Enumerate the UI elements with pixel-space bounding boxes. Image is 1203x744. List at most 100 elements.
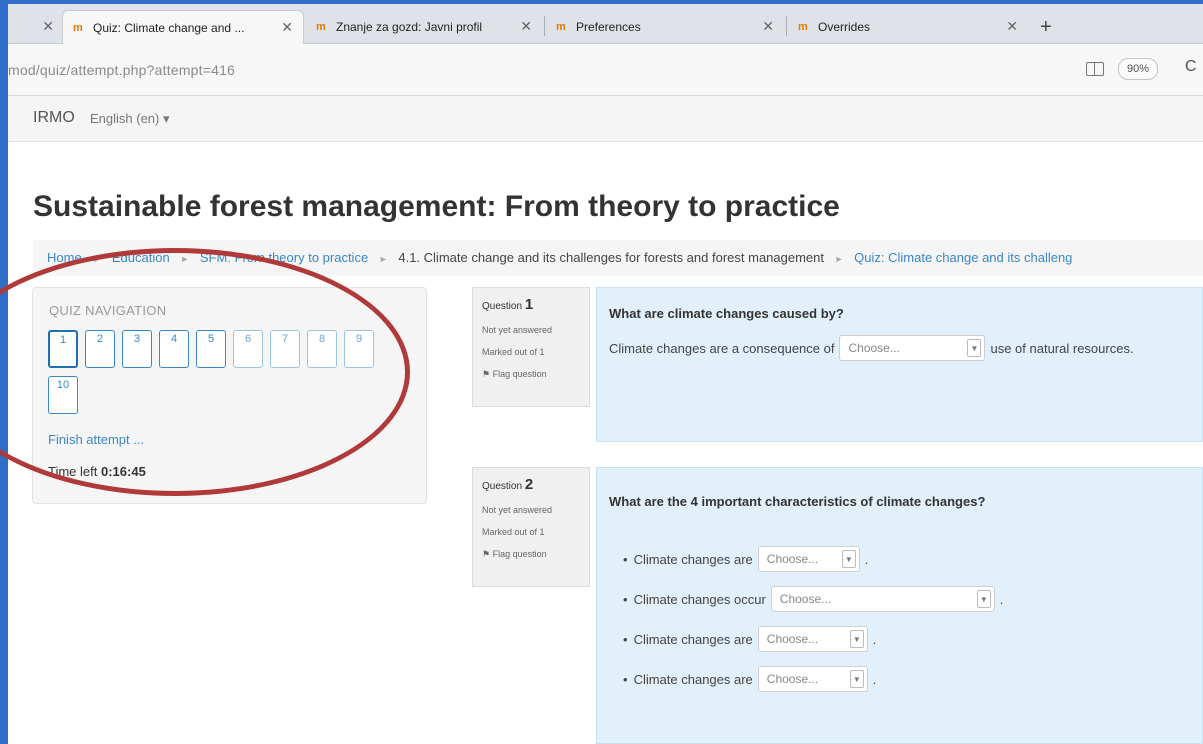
tab-separator [544,16,545,36]
close-icon[interactable]: ✕ [520,18,532,35]
answer-select[interactable]: Choose... ▼ [757,666,868,692]
site-brand[interactable]: IRMO [33,109,75,127]
chevron-down-icon: ▼ [841,550,856,568]
question-2-content: What are the 4 important characteristics… [596,467,1203,744]
question-state: Not yet answered [482,325,553,335]
moodle-favicon-icon: m [316,21,326,33]
address-bar: mod/quiz/attempt.php?attempt=416 90% C [8,44,1203,96]
browser-tab-profile[interactable]: m Znanje za gozd: Javni profil ✕ [306,10,542,44]
close-icon[interactable]: ✕ [1006,18,1018,35]
answer-suffix: use of natural resources. [990,340,1134,356]
quiz-nav-button-5[interactable]: 5 [196,330,226,368]
question-number: Question 2 [482,476,589,493]
window-frame-left [0,0,8,744]
language-menu[interactable]: English (en) ▾ [90,111,170,127]
tab-separator [786,16,787,36]
quiz-nav-button-2[interactable]: 2 [85,330,115,368]
zoom-level-badge[interactable]: 90% [1118,58,1159,80]
answer-prefix: Climate changes occur [633,591,766,607]
quiz-nav-button-8[interactable]: 8 [307,330,337,368]
flag-icon: ⚑ [482,549,491,559]
quiz-navigation-title: QUIZ NAVIGATION [49,303,167,318]
answer-line: • Climate changes are Choose... ▼ . [623,666,876,692]
select-value: Choose... [848,341,900,355]
question-marks: Marked out of 1 [482,347,545,357]
chevron-down-icon: ▼ [967,339,982,357]
breadcrumb-quiz[interactable]: Quiz: Climate change and its challeng [854,250,1072,265]
browser-tab-strip: ✕ m Quiz: Climate change and ... ✕ m Zna… [8,4,1203,44]
moodle-favicon-icon: m [73,21,83,34]
quiz-nav-button-4[interactable]: 4 [159,330,189,368]
breadcrumb-separator-icon: ► [92,254,102,264]
reader-view-icon[interactable] [1086,62,1104,76]
flag-question-label: Flag question [492,549,547,559]
quiz-nav-button-6[interactable]: 6 [233,330,263,368]
flag-icon: ⚑ [482,369,491,379]
chevron-down-icon: ▼ [849,670,864,688]
breadcrumb-home[interactable]: Home [47,250,82,265]
url-field[interactable]: mod/quiz/attempt.php?attempt=416 [8,62,235,78]
answer-select[interactable]: Choose... ▼ [770,586,995,612]
question-text: What are the 4 important characteristics… [609,494,986,509]
finish-attempt-link[interactable]: Finish attempt ... [48,432,144,447]
time-left-label: Time left [48,464,98,479]
quiz-nav-button-3[interactable]: 3 [122,330,152,368]
bullet: • [623,631,628,647]
breadcrumb-education[interactable]: Education [112,250,170,265]
quiz-nav-button-1[interactable]: 1 [48,330,78,368]
select-value: Choose... [779,592,832,606]
browser-tab-preferences[interactable]: m Preferences ✕ [546,10,784,44]
question-1-content: What are climate changes caused by? Clim… [596,287,1203,442]
question-2-info: Question 2 Not yet answered Marked out o… [472,467,590,587]
quiz-nav-button-10[interactable]: 10 [48,376,78,414]
quiz-nav-button-9[interactable]: 9 [344,330,374,368]
answer-select[interactable]: Choose... ▼ [757,546,860,572]
flag-question-link[interactable]: ⚑ Flag question [482,369,589,380]
breadcrumb-course[interactable]: SFM: From theory to practice [200,250,368,265]
time-left-value: 0:16:45 [100,464,146,479]
breadcrumb-section: 4.1. Climate change and its challenges f… [398,250,824,265]
close-icon[interactable]: ✕ [762,18,774,35]
flag-question-link[interactable]: ⚑ Flag question [482,549,589,560]
close-icon[interactable]: ✕ [281,19,293,36]
moodle-favicon-icon: m [556,21,566,33]
browser-tab-overrides[interactable]: m Overrides ✕ [788,10,1028,44]
chevron-down-icon: ▼ [849,630,864,648]
page-title: Sustainable forest management: From theo… [33,190,840,223]
new-tab-button[interactable]: + [1040,16,1052,39]
tab-label: Overrides [818,20,871,34]
flag-question-label: Flag question [492,369,547,379]
answer-line: • Climate changes occur Choose... ▼ . [623,586,1003,612]
answer-line: • Climate changes are Choose... ▼ . [623,546,868,572]
chevron-down-icon: ▼ [976,590,991,608]
question-state: Not yet answered [482,505,553,515]
quiz-nav-button-7[interactable]: 7 [270,330,300,368]
moodle-favicon-icon: m [798,21,808,33]
question-number-value: 2 [524,476,534,493]
question-text: What are climate changes caused by? [609,306,844,321]
browser-tab-previous[interactable]: ✕ [4,10,60,44]
browser-tab-quiz[interactable]: m Quiz: Climate change and ... ✕ [62,10,304,44]
time-left: Time left 0:16:45 [48,464,146,479]
question-number: Question 1 [482,296,589,313]
site-navbar: IRMO English (en) ▾ [8,96,1203,142]
tab-label: Quiz: Climate change and ... [93,20,245,35]
answer-prefix: Climate changes are [633,551,753,567]
select-value: Choose... [766,632,819,646]
close-icon[interactable]: ✕ [42,18,54,35]
answer-suffix: . [999,591,1004,607]
answer-suffix: . [872,631,877,647]
question-label: Question [482,481,523,492]
bullet: • [623,591,628,607]
answer-select[interactable]: Choose... ▼ [757,626,868,652]
breadcrumb-separator-icon: ► [834,254,844,264]
answer-select[interactable]: Choose... ▼ [839,335,986,361]
tab-label: Znanje za gozd: Javni profil [336,20,483,34]
question-number-value: 1 [524,296,534,313]
bullet: • [623,551,628,567]
breadcrumb-separator-icon: ► [180,254,190,264]
answer-line: • Climate changes are Choose... ▼ . [623,626,876,652]
reload-icon[interactable]: C [1185,58,1197,76]
tab-label: Preferences [576,20,641,34]
answer-prefix: Climate changes are a consequence of [609,340,835,356]
